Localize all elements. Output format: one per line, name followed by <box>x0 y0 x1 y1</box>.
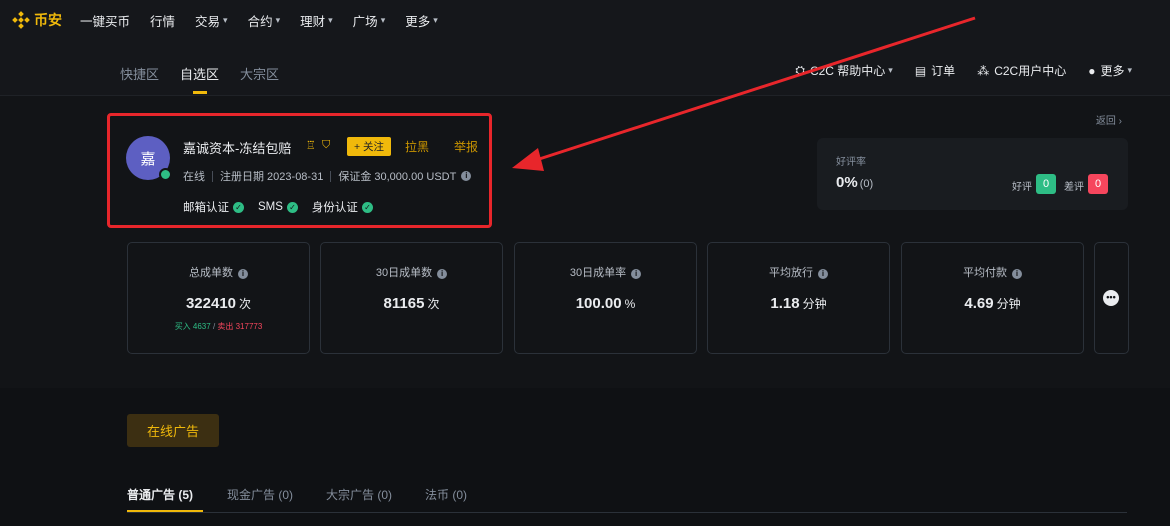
arrow-shaft <box>529 16 976 164</box>
arrow-head-icon <box>512 148 544 171</box>
annotation-arrow <box>512 16 976 171</box>
